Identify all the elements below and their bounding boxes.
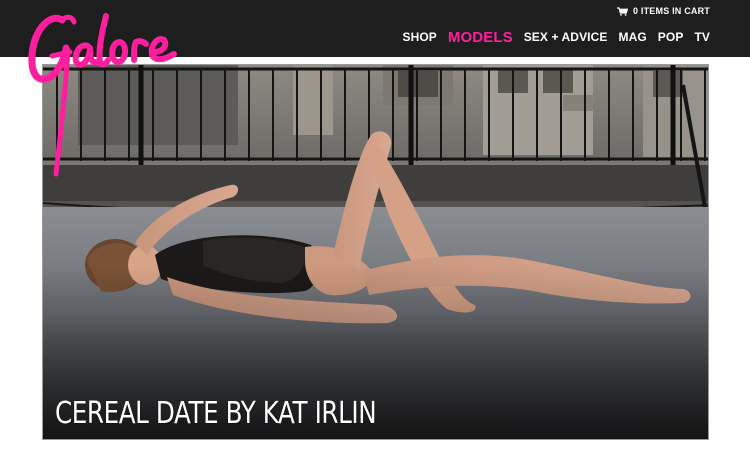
galore-logo[interactable] [22, 2, 182, 178]
nav-mag[interactable]: MAG [619, 30, 647, 44]
hero-caption[interactable]: CEREAL DATE BY KAT IRLIN [55, 396, 377, 431]
main-nav: SHOP MODELS SEX + ADVICE MAG POP TV [403, 27, 711, 47]
cart-link[interactable]: 0 ITEMS IN CART [616, 4, 710, 18]
nav-models[interactable]: MODELS [448, 29, 513, 46]
page: 0 ITEMS IN CART SHOP MODELS SEX + ADVICE… [0, 0, 750, 451]
cart-icon [616, 6, 628, 16]
nav-tv[interactable]: TV [694, 30, 710, 44]
page-bottom [0, 440, 750, 451]
nav-pop[interactable]: POP [658, 30, 684, 44]
nav-sex-advice[interactable]: SEX + ADVICE [524, 30, 608, 44]
cart-label: 0 ITEMS IN CART [632, 6, 710, 16]
nav-shop[interactable]: SHOP [403, 30, 437, 44]
